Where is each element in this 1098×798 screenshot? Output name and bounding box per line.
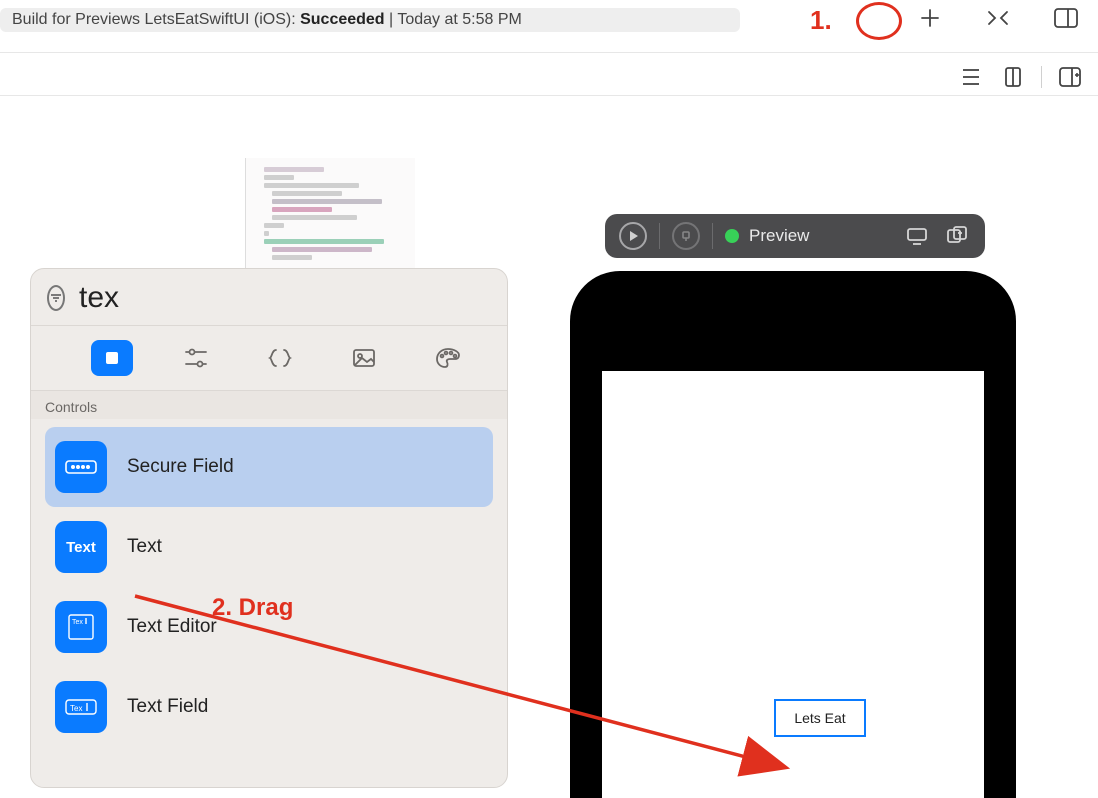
minimap-icon[interactable] — [999, 63, 1027, 91]
control-item-text[interactable]: Text Text — [45, 507, 493, 587]
device-preview-frame: Lets Eat — [570, 271, 1016, 798]
library-popup: Controls Secure Field Text Text Tex Text… — [30, 268, 508, 788]
preview-label: Preview — [749, 226, 809, 246]
svg-text:Tex: Tex — [70, 704, 82, 713]
control-label: Text Editor — [127, 616, 217, 638]
code-review-icon[interactable] — [984, 4, 1012, 32]
control-item-text-field[interactable]: Tex Text Field — [45, 667, 493, 747]
secure-field-icon — [55, 441, 107, 493]
svg-text:Tex: Tex — [72, 619, 83, 626]
preview-toolbar: Preview — [605, 214, 985, 258]
annotation-step1-circle — [856, 2, 902, 40]
status-dot-green — [725, 229, 739, 243]
add-editor-icon[interactable] — [1056, 63, 1084, 91]
text-icon: Text — [55, 521, 107, 573]
panel-toggle-icon[interactable] — [1052, 4, 1080, 32]
library-plus-button[interactable] — [916, 4, 944, 32]
tab-views[interactable] — [91, 340, 133, 376]
control-label: Text — [127, 536, 162, 558]
status-prefix: Build for Previews LetsEatSwiftUI (iOS): — [12, 11, 300, 28]
separator — [1041, 66, 1042, 88]
separator — [659, 223, 660, 249]
text-editor-icon: Tex — [55, 601, 107, 653]
filter-icon[interactable] — [47, 285, 65, 311]
code-minimap[interactable] — [245, 158, 415, 278]
device-screen[interactable]: Lets Eat — [602, 371, 984, 798]
library-search-input[interactable] — [79, 281, 465, 315]
control-label: Text Field — [127, 696, 208, 718]
play-icon[interactable] — [619, 222, 647, 250]
text-field-icon: Tex — [55, 681, 107, 733]
tab-snippets[interactable] — [259, 340, 301, 376]
control-item-text-editor[interactable]: Tex Text Editor — [45, 587, 493, 667]
tab-color[interactable] — [427, 340, 469, 376]
tab-modifiers[interactable] — [175, 340, 217, 376]
separator — [712, 223, 713, 249]
status-result: Succeeded — [300, 11, 384, 28]
duplicate-icon[interactable] — [943, 222, 971, 250]
tab-media[interactable] — [343, 340, 385, 376]
device-icon[interactable] — [903, 222, 931, 250]
annotation-step1: 1. — [810, 5, 832, 36]
pin-icon[interactable] — [672, 222, 700, 250]
build-status: Build for Previews LetsEatSwiftUI (iOS):… — [0, 8, 740, 32]
status-sep: | — [385, 11, 398, 28]
preview-element-text[interactable]: Lets Eat — [774, 699, 866, 737]
status-time: Today at 5:58 PM — [397, 11, 522, 28]
control-label: Secure Field — [127, 456, 234, 478]
outline-icon[interactable] — [957, 63, 985, 91]
section-label-controls: Controls — [31, 391, 507, 419]
control-item-secure-field[interactable]: Secure Field — [45, 427, 493, 507]
